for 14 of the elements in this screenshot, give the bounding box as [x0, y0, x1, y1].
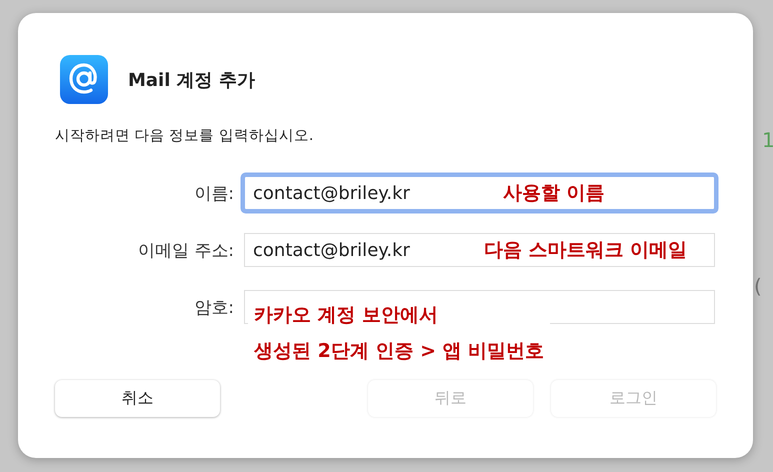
field-label: 이메일 주소:	[136, 240, 234, 262]
dialog-title: Mail 계정 추가	[128, 68, 255, 92]
cancel-button[interactable]: 취소	[55, 380, 220, 417]
annotation-overlay: 다음 스마트워크 이메일	[484, 238, 688, 263]
background-text: 1	[762, 128, 773, 152]
annotation-overlay: 사용할 이름	[503, 181, 605, 206]
at-sign-icon	[60, 55, 108, 104]
input-field[interactable]: contact@briley.kr 다음 스마트워크 이메일	[244, 233, 715, 267]
field-label: 암호:	[193, 296, 234, 318]
field-value: contact@briley.kr	[253, 240, 410, 260]
instruction-text: 시작하려면 다음 정보를 입력하십시오.	[55, 127, 314, 145]
field-value: contact@briley.kr	[253, 182, 410, 204]
field-label: 이름:	[193, 182, 234, 204]
background-text: (	[754, 274, 762, 298]
